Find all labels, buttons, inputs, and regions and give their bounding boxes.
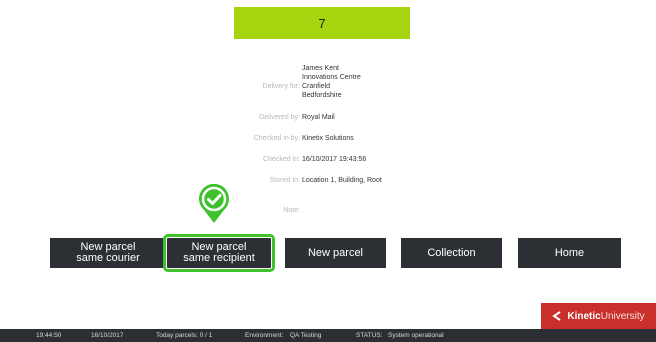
note-label: Note: (283, 207, 300, 214)
home-label: Home (554, 246, 585, 259)
brand-name-bold: Kinetic (567, 310, 601, 322)
status-environment-label: Environment: (245, 332, 284, 339)
status-environment-value: QA Testing (290, 332, 322, 339)
delivery-for-line: Innovations Centre (302, 74, 361, 81)
checked-in-label: Checked in: (263, 156, 300, 163)
status-date: 16/10/2017 (91, 332, 124, 339)
new-parcel-button[interactable]: New parcel (285, 238, 386, 268)
status-bar: 19:44:50 16/10/2017 Today parcels: 0 / 1… (0, 329, 656, 342)
delivered-by-value: Royal Mail (302, 114, 335, 121)
collection-label: Collection (427, 246, 476, 259)
new-parcel-label: New parcel (307, 246, 364, 259)
status-parcels: Today parcels: 0 / 1 (156, 332, 213, 339)
parcel-count-value: 7 (318, 15, 326, 31)
new-parcel-same-recipient-button[interactable]: New parcel same recipient (163, 234, 275, 272)
delivered-by-label: Delivered by: (259, 114, 300, 121)
button-label-line: same courier (76, 252, 140, 264)
status-time: 19:44:50 (36, 332, 62, 339)
status-value: System operational (388, 332, 444, 339)
checked-in-by-label: Checked in by: (253, 135, 300, 142)
status-label: STATUS: (356, 332, 383, 339)
stored-in-label: Stored In: (269, 177, 300, 184)
parcel-count-banner: 7 (234, 7, 410, 39)
check-pin-icon (196, 181, 232, 225)
stored-in-value: Location 1, Building, Root (302, 177, 382, 184)
home-button[interactable]: Home (518, 238, 621, 268)
collection-button[interactable]: Collection (401, 238, 502, 268)
delivery-for-line: James Kent (302, 65, 339, 72)
kinetic-chevron-icon (552, 311, 561, 321)
button-label-line: same recipient (183, 252, 255, 264)
kinetic-brand-logo: KineticUniversity (541, 303, 656, 329)
checked-in-by-value: Kinetix Solutions (302, 135, 354, 142)
brand-name-light: University (600, 310, 645, 322)
delivery-for-label: Delivery for: (262, 83, 300, 90)
checked-in-value: 16/10/2017 19:43:56 (302, 156, 367, 163)
delivery-for-line: Cranfield (302, 83, 331, 90)
action-buttons: New parcel same courier New parcel same … (0, 234, 656, 272)
delivery-for-line: Bedfordshire (302, 92, 342, 99)
new-parcel-same-courier-button[interactable]: New parcel same courier (50, 238, 166, 268)
